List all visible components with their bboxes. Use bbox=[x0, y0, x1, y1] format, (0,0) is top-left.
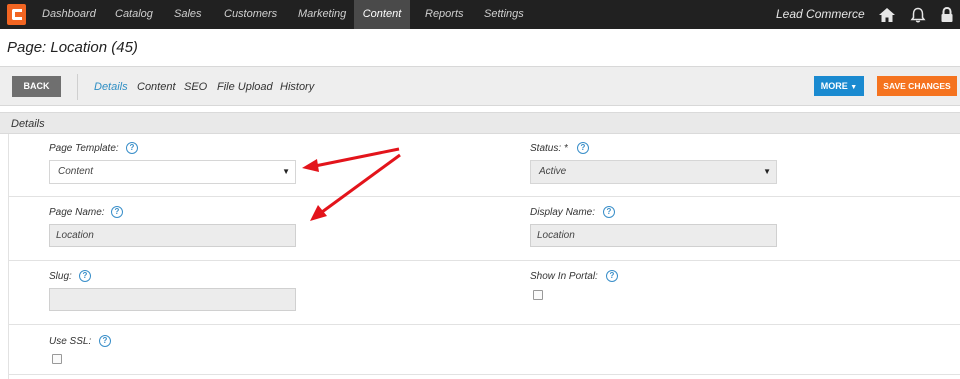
annotation-arrows bbox=[302, 147, 401, 221]
arrowhead-icon bbox=[302, 159, 319, 172]
arrowhead-icon bbox=[310, 205, 327, 221]
annotation-arrow-group bbox=[302, 147, 401, 221]
